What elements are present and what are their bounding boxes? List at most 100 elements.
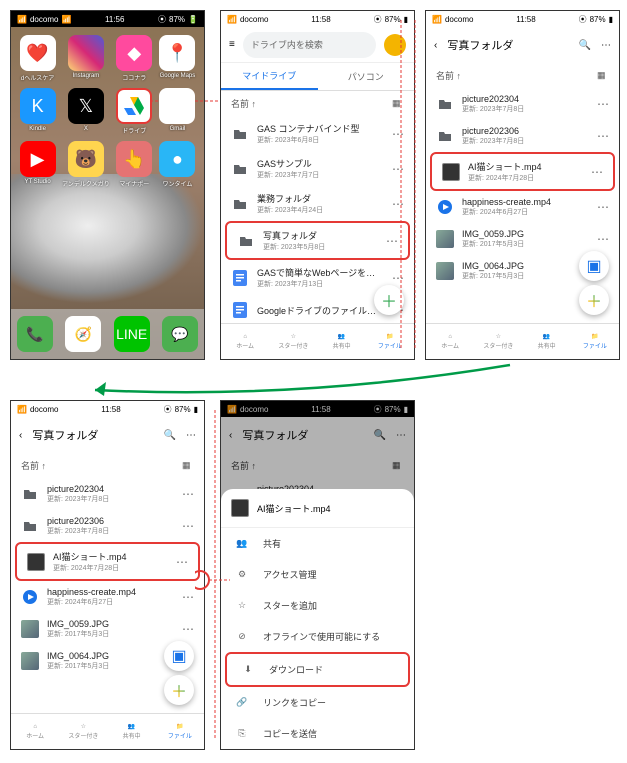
doc-icon bbox=[231, 301, 249, 319]
more-icon[interactable]: ⋯ bbox=[601, 40, 611, 51]
nav-files[interactable]: 📁ファイル bbox=[571, 324, 619, 359]
nav-starred[interactable]: ☆スター付き bbox=[474, 324, 522, 359]
tab-mydrive[interactable]: マイドライブ bbox=[221, 63, 318, 90]
search-icon[interactable]: 🔍 bbox=[579, 40, 591, 51]
more-icon[interactable]: ⋯ bbox=[597, 232, 609, 246]
view-toggle-icon[interactable] bbox=[182, 460, 194, 472]
app-ドライブ[interactable]: ドライブ bbox=[116, 88, 153, 135]
app-YT Studio[interactable]: ▶YT Studio bbox=[19, 141, 56, 188]
more-icon[interactable]: ⋯ bbox=[392, 197, 404, 211]
view-toggle-icon[interactable] bbox=[392, 98, 404, 110]
sheet-item-共有[interactable]: 👥共有 bbox=[221, 528, 414, 559]
file-row[interactable]: happiness-create.mp4更新: 2024年6月27日⋯ bbox=[426, 191, 619, 223]
nav-shared[interactable]: 👥共有中 bbox=[318, 324, 366, 359]
sort-label[interactable]: 名前 ↑ bbox=[231, 97, 256, 110]
sheet-item-オフラインで使用可能にする[interactable]: ⊘オフラインで使用可能にする bbox=[221, 621, 414, 652]
app-dヘルスケア[interactable]: ❤️dヘルスケア bbox=[19, 35, 56, 82]
file-row[interactable]: AI猫ショート.mp4更新: 2024年7月28日⋯ bbox=[430, 152, 615, 191]
page-title: 写真フォルダ bbox=[447, 37, 568, 53]
menu-icon[interactable]: ≡ bbox=[229, 39, 235, 50]
fab-cast[interactable]: ▣ bbox=[579, 251, 609, 281]
folder-icon bbox=[21, 485, 39, 503]
app-ココナラ[interactable]: ◆ココナラ bbox=[116, 35, 153, 82]
video-icon bbox=[231, 499, 249, 517]
more-icon[interactable]: ⋯ bbox=[182, 622, 194, 636]
fab-new[interactable]: ＋ bbox=[374, 285, 404, 315]
file-row[interactable]: picture202306更新: 2023年7月8日⋯ bbox=[11, 510, 204, 542]
more-icon[interactable]: ⋯ bbox=[186, 430, 196, 441]
app-X[interactable]: 𝕏X bbox=[62, 88, 110, 135]
app-マイナポー[interactable]: 👆マイナポー bbox=[116, 141, 153, 188]
app-アンデルクメガり[interactable]: 🐻アンデルクメガり bbox=[62, 141, 110, 188]
file-row[interactable]: picture202304更新: 2023年7月8日⋯ bbox=[426, 88, 619, 120]
app-Gmail[interactable]: MGmail bbox=[159, 88, 196, 135]
video-icon bbox=[442, 163, 460, 181]
more-icon[interactable]: ⋯ bbox=[392, 271, 404, 285]
fab-new[interactable]: ＋ bbox=[579, 285, 609, 315]
nav-starred[interactable]: ☆スター付き bbox=[269, 324, 317, 359]
more-icon[interactable]: ⋯ bbox=[386, 234, 398, 248]
sheet-item-ダウンロード[interactable]: ⬇ダウンロード bbox=[225, 652, 410, 687]
folder-icon bbox=[231, 125, 249, 143]
sheet-item-スターを追加[interactable]: ☆スターを追加 bbox=[221, 590, 414, 621]
more-icon[interactable]: ⋯ bbox=[597, 200, 609, 214]
more-icon[interactable]: ⋯ bbox=[597, 97, 609, 111]
file-row[interactable]: happiness-create.mp4更新: 2024年6月27日⋯ bbox=[11, 581, 204, 613]
file-row[interactable]: GASサンプル更新: 2023年7月7日⋯ bbox=[221, 151, 414, 186]
dock-app[interactable]: 💬 bbox=[162, 316, 198, 352]
avatar[interactable] bbox=[384, 34, 406, 56]
app-Instagram[interactable]: Instagram bbox=[62, 35, 110, 82]
sheet-item-コピーを送信[interactable]: ⎘コピーを送信 bbox=[221, 718, 414, 749]
more-icon[interactable]: ⋯ bbox=[176, 555, 188, 569]
file-row[interactable]: 写真フォルダ更新: 2023年5月8日⋯ bbox=[225, 221, 410, 260]
list-header: 名前 ↑ bbox=[11, 453, 204, 478]
file-row[interactable]: AI猫ショート.mp4更新: 2024年7月28日⋯ bbox=[15, 542, 200, 581]
sheet-filename: AI猫ショート.mp4 bbox=[257, 502, 331, 515]
file-row[interactable]: picture202304更新: 2023年7月8日⋯ bbox=[11, 478, 204, 510]
drive-header: ≡ ドライブ内を検索 bbox=[221, 27, 414, 63]
dock-app[interactable]: 📞 bbox=[17, 316, 53, 352]
sheet-item-アクセス管理[interactable]: ⚙アクセス管理 bbox=[221, 559, 414, 590]
more-icon[interactable]: ⋯ bbox=[597, 129, 609, 143]
file-row[interactable]: GAS コンテナバインド型更新: 2023年6月8日⋯ bbox=[221, 116, 414, 151]
more-icon[interactable]: ⋯ bbox=[182, 519, 194, 533]
nav-home[interactable]: ⌂ホーム bbox=[426, 324, 474, 359]
app-ワンタイム[interactable]: ●ワンタイム bbox=[159, 141, 196, 188]
fab-new[interactable]: ＋ bbox=[164, 675, 194, 705]
phone-action-sheet: 📶docomo 11:58 ⦿87%▮ ‹写真フォルダ🔍⋯ 名前 ↑ pictu… bbox=[220, 400, 415, 750]
nav-starred[interactable]: ☆スター付き bbox=[59, 714, 107, 749]
file-row[interactable]: 業務フォルダ更新: 2023年4月24日⋯ bbox=[221, 186, 414, 221]
file-row[interactable]: IMG_0059.JPG更新: 2017年5月3日⋯ bbox=[11, 613, 204, 645]
app-Google Maps[interactable]: 📍Google Maps bbox=[159, 35, 196, 82]
nav-files[interactable]: 📁ファイル bbox=[156, 714, 204, 749]
nav-files[interactable]: 📁ファイル bbox=[366, 324, 414, 359]
more-icon[interactable]: ⋯ bbox=[591, 165, 603, 179]
file-row[interactable]: picture202306更新: 2023年7月8日⋯ bbox=[426, 120, 619, 152]
bottom-nav: ⌂ホーム ☆スター付き 👥共有中 📁ファイル bbox=[11, 713, 204, 749]
nav-shared[interactable]: 👥共有中 bbox=[108, 714, 156, 749]
sheet-icon: ⬇ bbox=[241, 664, 255, 675]
more-icon[interactable]: ⋯ bbox=[182, 487, 194, 501]
sheet-item-リンクをコピー[interactable]: 🔗リンクをコピー bbox=[221, 687, 414, 718]
more-icon[interactable]: ⋯ bbox=[392, 127, 404, 141]
more-icon[interactable]: ⋯ bbox=[392, 162, 404, 176]
phone-home: 📶docomo📶 11:56 ⦿87%🔋 ❤️dヘルスケアInstagram◆コ… bbox=[10, 10, 205, 360]
sort-label[interactable]: 名前 ↑ bbox=[436, 69, 461, 82]
nav-shared[interactable]: 👥共有中 bbox=[523, 324, 571, 359]
back-icon[interactable]: ‹ bbox=[434, 40, 437, 51]
nav-home[interactable]: ⌂ホーム bbox=[11, 714, 59, 749]
search-input[interactable]: ドライブ内を検索 bbox=[243, 32, 376, 58]
sort-label[interactable]: 名前 ↑ bbox=[21, 459, 46, 472]
folder-icon bbox=[436, 95, 454, 113]
file-row[interactable]: IMG_0059.JPG更新: 2017年5月3日⋯ bbox=[426, 223, 619, 255]
nav-home[interactable]: ⌂ホーム bbox=[221, 324, 269, 359]
dock-app[interactable]: 🧭 bbox=[65, 316, 101, 352]
app-Kindle[interactable]: KKindle bbox=[19, 88, 56, 135]
more-icon[interactable]: ⋯ bbox=[182, 590, 194, 604]
search-icon[interactable]: 🔍 bbox=[164, 430, 176, 441]
view-toggle-icon[interactable] bbox=[597, 70, 609, 82]
fab-cast[interactable]: ▣ bbox=[164, 641, 194, 671]
back-icon[interactable]: ‹ bbox=[19, 430, 22, 441]
tab-pc[interactable]: パソコン bbox=[318, 63, 415, 90]
dock-app[interactable]: LINE bbox=[114, 316, 150, 352]
